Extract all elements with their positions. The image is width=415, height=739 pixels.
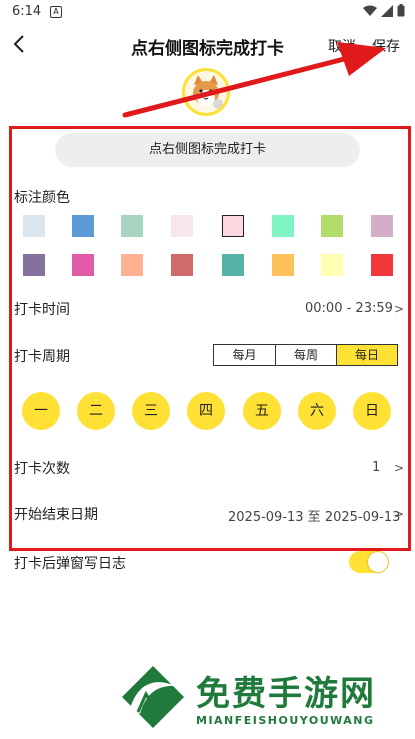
chevron-right-icon[interactable]: > bbox=[394, 507, 404, 521]
period-segmented-control: 每月 每周 每日 bbox=[213, 344, 398, 366]
color-section-label: 标注颜色 bbox=[14, 190, 70, 206]
checkin-count-value[interactable]: 1 bbox=[372, 460, 380, 475]
wifi-icon bbox=[363, 5, 377, 16]
signal-icon bbox=[381, 4, 393, 17]
status-time: 6:14 bbox=[12, 4, 42, 19]
color-swatch[interactable] bbox=[171, 215, 193, 237]
journal-popup-toggle[interactable] bbox=[349, 551, 389, 573]
checkin-period-label: 打卡周期 bbox=[14, 349, 70, 365]
color-swatch[interactable] bbox=[72, 254, 94, 276]
watermark-subtitle: MIANFEISHOUYOUWANG bbox=[196, 714, 375, 727]
checkin-name-field[interactable]: 点右侧图标完成打卡 bbox=[55, 133, 360, 167]
weekday-mon[interactable]: 一 bbox=[22, 392, 60, 430]
weekday-wed[interactable]: 三 bbox=[132, 392, 170, 430]
color-swatch[interactable] bbox=[171, 254, 193, 276]
period-daily-option[interactable]: 每日 bbox=[336, 345, 397, 365]
weekday-tue[interactable]: 二 bbox=[77, 392, 115, 430]
save-button[interactable]: 保存 bbox=[372, 36, 400, 56]
chevron-right-icon[interactable]: > bbox=[394, 302, 404, 316]
color-swatch[interactable] bbox=[371, 254, 393, 276]
checkin-count-label: 打卡次数 bbox=[14, 461, 70, 477]
color-swatch[interactable] bbox=[321, 254, 343, 276]
notification-icon: A bbox=[50, 6, 62, 18]
color-swatch[interactable] bbox=[272, 254, 294, 276]
battery-icon bbox=[397, 4, 405, 17]
date-range-value[interactable]: 2025-09-13 至 2025-09-13 bbox=[228, 506, 400, 525]
checkin-time-value[interactable]: 00:00 - 23:59 bbox=[305, 301, 393, 316]
color-swatch[interactable] bbox=[272, 215, 294, 237]
shiba-dog-icon bbox=[193, 75, 223, 109]
watermark-title: 免费手游网 bbox=[196, 674, 376, 714]
status-icons bbox=[363, 4, 405, 17]
journal-popup-label: 打卡后弹窗写日志 bbox=[14, 556, 126, 572]
color-swatch[interactable] bbox=[321, 215, 343, 237]
avatar-icon[interactable] bbox=[182, 68, 230, 116]
color-swatch[interactable] bbox=[23, 215, 45, 237]
weekday-sat[interactable]: 六 bbox=[298, 392, 336, 430]
date-range-label: 开始结束日期 bbox=[14, 507, 98, 523]
period-weekly-option[interactable]: 每周 bbox=[275, 345, 336, 365]
weekday-fri[interactable]: 五 bbox=[243, 392, 281, 430]
color-swatch[interactable] bbox=[222, 215, 244, 237]
cancel-button[interactable]: 取消 bbox=[328, 36, 356, 56]
color-swatch[interactable] bbox=[23, 254, 45, 276]
color-swatch[interactable] bbox=[371, 215, 393, 237]
color-swatch[interactable] bbox=[121, 254, 143, 276]
period-monthly-option[interactable]: 每月 bbox=[214, 345, 275, 365]
weekday-thu[interactable]: 四 bbox=[187, 392, 225, 430]
chevron-right-icon[interactable]: > bbox=[394, 461, 404, 475]
color-swatch[interactable] bbox=[72, 215, 94, 237]
weekday-sun[interactable]: 日 bbox=[353, 392, 391, 430]
color-swatch[interactable] bbox=[222, 254, 244, 276]
watermark-logo-icon bbox=[122, 666, 184, 728]
back-arrow-icon[interactable] bbox=[8, 32, 32, 56]
toggle-knob bbox=[368, 552, 388, 572]
checkin-time-label: 打卡时间 bbox=[14, 302, 70, 318]
color-swatch[interactable] bbox=[121, 215, 143, 237]
